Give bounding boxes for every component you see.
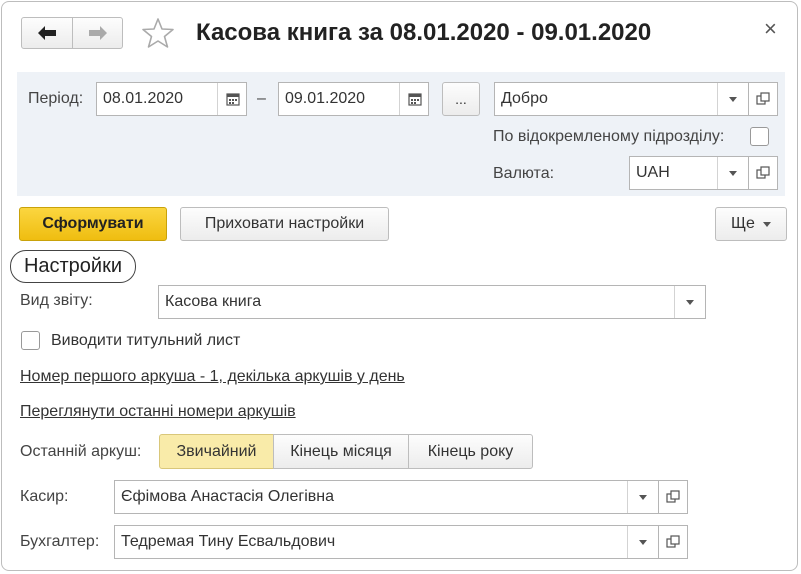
more-button[interactable]: Ще [715, 207, 787, 241]
chevron-down-icon[interactable] [718, 83, 748, 115]
cashier-select[interactable]: Єфімова Анастасія Олегівна [114, 480, 659, 514]
chevron-down-icon [762, 221, 771, 227]
title-page-label[interactable]: Виводити титульний лист [51, 332, 240, 350]
organization-select[interactable]: Добро [494, 82, 749, 116]
period-to-value: 09.01.2020 [285, 90, 366, 107]
period-dash: – [257, 90, 266, 107]
accountant-value: Тедремая Тину Есвальдович [121, 533, 336, 550]
period-label: Період: [28, 90, 84, 107]
period-to-field[interactable]: 09.01.2020 [278, 82, 429, 116]
currency-label: Валюта: [493, 165, 555, 182]
forward-button[interactable] [72, 17, 123, 49]
view-last-numbers-link[interactable]: Переглянути останні номери аркушів [20, 403, 296, 421]
organization-open-button[interactable] [748, 82, 778, 116]
sheet-number-link[interactable]: Номер першого аркуша - 1, декілька аркуш… [20, 368, 405, 386]
arrow-right-icon [88, 26, 107, 40]
chevron-down-icon[interactable] [628, 481, 658, 513]
calendar-icon[interactable] [218, 83, 247, 115]
open-icon [666, 490, 680, 503]
page-title: Касова книга за 08.01.2020 - 09.01.2020 [196, 19, 652, 46]
accountant-open-button[interactable] [658, 525, 688, 559]
hide-settings-button[interactable]: Приховати настройки [180, 207, 389, 241]
more-label: Ще [731, 215, 755, 232]
currency-select[interactable]: UAH [629, 156, 749, 190]
period-choose-button[interactable]: ... [442, 82, 480, 116]
report-type-select[interactable]: Касова книга [158, 285, 706, 319]
back-button[interactable] [21, 17, 73, 49]
cashier-value: Єфімова Анастасія Олегівна [121, 488, 335, 505]
settings-title: Настройки [10, 250, 136, 283]
calendar-icon[interactable] [400, 83, 429, 115]
period-from-value: 08.01.2020 [103, 90, 184, 107]
report-type-label: Вид звіту: [20, 292, 93, 309]
open-icon [666, 535, 680, 548]
last-sheet-option-year-end[interactable]: Кінець року [408, 434, 533, 469]
open-icon [756, 166, 770, 179]
chevron-down-icon[interactable] [628, 526, 658, 558]
accountant-select[interactable]: Тедремая Тину Есвальдович [114, 525, 659, 559]
generate-button[interactable]: Сформувати [19, 207, 167, 241]
cashier-label: Касир: [20, 488, 69, 505]
subdivision-checkbox[interactable] [750, 127, 769, 146]
chevron-down-icon[interactable] [675, 286, 705, 318]
currency-open-button[interactable] [748, 156, 778, 190]
organization-value: Добро [501, 90, 548, 107]
chevron-down-icon[interactable] [718, 157, 748, 189]
settings-title-text: Настройки [23, 255, 123, 277]
last-sheet-option-regular[interactable]: Звичайний [159, 434, 274, 469]
subdivision-label: По відокремленому підрозділу: [493, 128, 725, 145]
favorite-star-icon[interactable] [141, 16, 175, 50]
cashier-open-button[interactable] [658, 480, 688, 514]
arrow-left-icon [38, 26, 56, 40]
currency-value: UAH [636, 164, 670, 181]
last-sheet-option-month-end[interactable]: Кінець місяця [273, 434, 409, 469]
open-icon [756, 92, 770, 105]
last-sheet-label: Останній аркуш: [20, 443, 142, 460]
close-icon[interactable]: × [764, 16, 777, 42]
report-type-value: Касова книга [165, 293, 262, 310]
period-from-field[interactable]: 08.01.2020 [96, 82, 247, 116]
accountant-label: Бухгалтер: [20, 533, 100, 550]
title-page-checkbox[interactable] [21, 331, 40, 350]
